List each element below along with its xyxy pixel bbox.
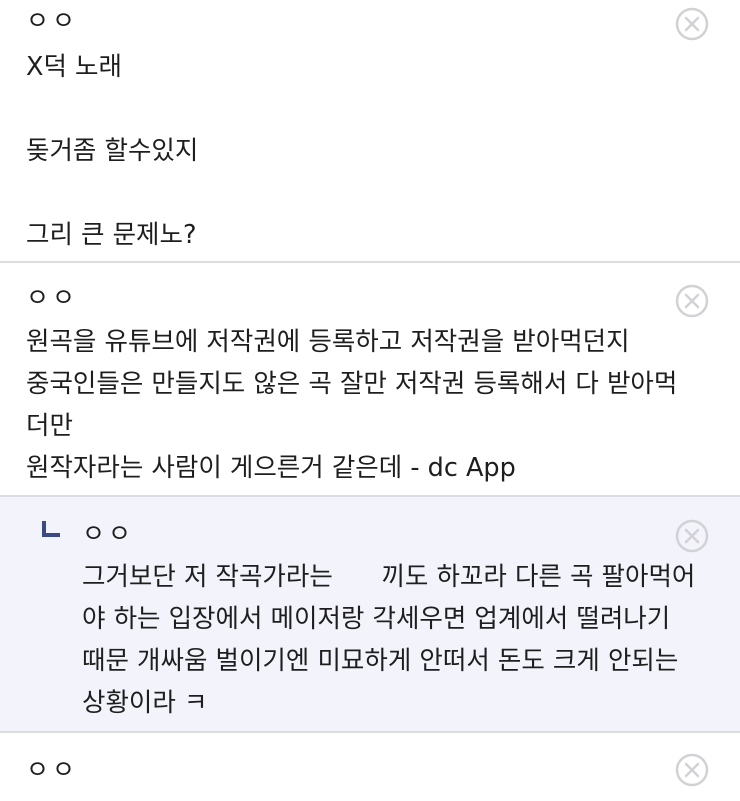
close-circle-icon xyxy=(675,519,709,553)
close-circle-icon xyxy=(675,284,709,318)
delete-comment-button[interactable] xyxy=(675,519,709,553)
close-circle-icon xyxy=(675,753,709,787)
comment-author[interactable]: ㅇㅇ xyxy=(26,755,78,785)
comment-text: 원곡을 유튜브에 저작권에 등록하고 저작권을 받아먹던지 중국인들은 만들지도… xyxy=(26,327,678,483)
comment-author[interactable]: ㅇㅇ xyxy=(82,519,134,549)
close-circle-icon xyxy=(675,7,709,41)
reply-comment-item: ㅇㅇ 그거보단 저 작곡가라는 끼도 하꼬라 다른 곡 팔아먹어 야 하는 입장… xyxy=(0,497,740,733)
comment-item: ㅇㅇ X덕 노래 돚거좀 할수있지 그리 큰 문제노? xyxy=(0,0,740,263)
reply-arrow-icon xyxy=(42,521,60,537)
comment-text: 그거보단 저 작곡가라는 끼도 하꼬라 다른 곡 팔아먹어 야 하는 입장에서 … xyxy=(82,562,696,718)
comment-text: X덕 노래 돚거좀 할수있지 그리 큰 문제노? xyxy=(26,52,199,250)
delete-comment-button[interactable] xyxy=(675,284,709,318)
delete-comment-button[interactable] xyxy=(675,7,709,41)
comment-author[interactable]: ㅇㅇ xyxy=(26,6,78,36)
comment-item: ㅇㅇ xyxy=(0,733,740,801)
comment-author[interactable]: ㅇㅇ xyxy=(26,283,78,313)
delete-comment-button[interactable] xyxy=(675,753,709,787)
comment-item: ㅇㅇ 원곡을 유튜브에 저작권에 등록하고 저작권을 받아먹던지 중국인들은 만… xyxy=(0,263,740,497)
